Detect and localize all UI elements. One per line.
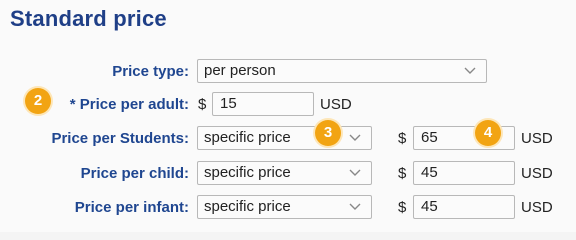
infant-price-label: Price per infant: [74, 199, 189, 216]
child-price-input[interactable]: 45 [413, 161, 515, 185]
step-badge-4: 4 [475, 120, 501, 146]
child-price-label: Price per child: [80, 165, 189, 182]
students-selected: specific price [204, 129, 291, 146]
students-price-type-select[interactable]: specific price [197, 126, 372, 150]
infant-selected: specific price [204, 198, 291, 215]
price-type-label: Price type: [112, 63, 189, 80]
standard-price-panel: Standard price Price type: per person 2 … [0, 0, 576, 232]
chevron-down-icon [349, 203, 361, 210]
adult-price-label: * Price per adult: [69, 96, 189, 113]
students-price-label: Price per Students: [51, 130, 189, 147]
child-price-type-select[interactable]: specific price [197, 161, 372, 185]
infant-price-type-select[interactable]: specific price [197, 195, 372, 219]
chevron-down-icon [349, 134, 361, 141]
adult-currency-symbol: $ [198, 96, 207, 113]
child-currency-label: USD [521, 165, 553, 182]
price-type-selected: per person [204, 62, 276, 79]
child-currency-symbol: $ [398, 165, 407, 182]
students-currency-label: USD [521, 130, 553, 147]
students-currency-symbol: $ [398, 130, 407, 147]
adult-currency-label: USD [320, 96, 352, 113]
infant-price-input[interactable]: 45 [413, 195, 515, 219]
adult-price-input[interactable]: 15 [212, 92, 314, 116]
step-badge-2: 2 [25, 88, 51, 114]
step-badge-3: 3 [315, 120, 341, 146]
chevron-down-icon [349, 169, 361, 176]
infant-currency-symbol: $ [398, 199, 407, 216]
infant-currency-label: USD [521, 199, 553, 216]
chevron-down-icon [464, 67, 476, 74]
child-selected: specific price [204, 164, 291, 181]
price-type-select[interactable]: per person [197, 59, 487, 83]
section-title: Standard price [10, 6, 167, 31]
